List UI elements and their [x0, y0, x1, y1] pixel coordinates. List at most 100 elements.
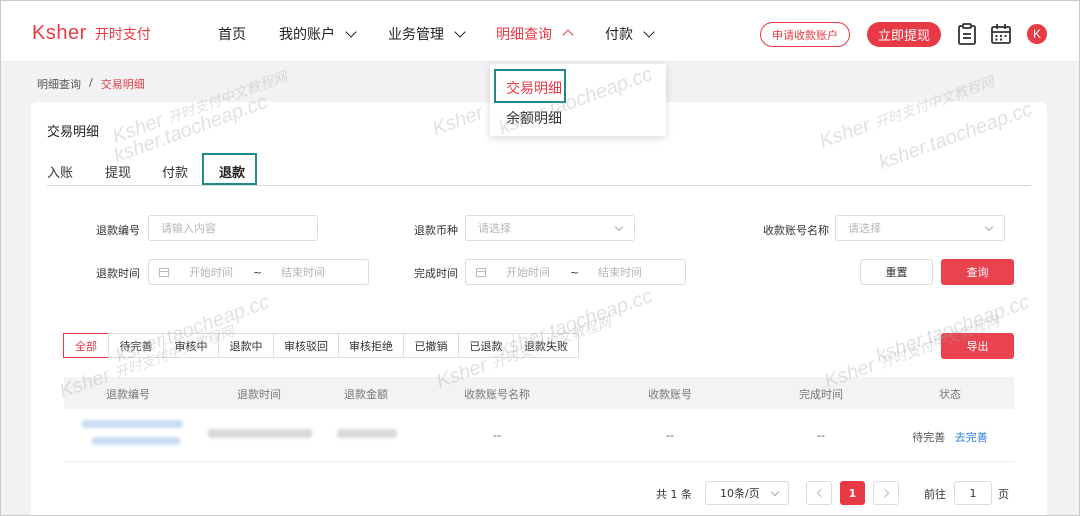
complete-time-label: 完成时间 [414, 267, 458, 280]
avatar[interactable]: K [1027, 24, 1047, 44]
nav-detail-query[interactable]: 明细查询 [496, 24, 574, 44]
chevron-down-icon [643, 26, 655, 38]
account-name-select[interactable]: 请选择 [835, 215, 1005, 241]
nav-business[interactable]: 业务管理 [388, 24, 466, 44]
tab-divider [47, 185, 1031, 186]
currency-select[interactable]: 请选择 [465, 215, 635, 241]
nav-payment[interactable]: 付款 [605, 24, 655, 44]
filter-refund-failed[interactable]: 退款失败 [513, 333, 579, 358]
redacted-refund-time [208, 429, 312, 438]
chevron-down-icon [614, 222, 624, 232]
status-text: 待完善 [912, 431, 946, 444]
page-size-select[interactable]: 10条/页 [705, 481, 789, 505]
clipboard-icon[interactable] [955, 22, 979, 46]
column-header: 收款账号名称 [464, 388, 530, 401]
nav-label: 业务管理 [388, 27, 444, 43]
refund-time-label: 退款时间 [96, 267, 140, 280]
breadcrumb-separator: / [89, 76, 93, 89]
page-number[interactable]: 1 [840, 481, 865, 505]
export-button[interactable]: 导出 [941, 333, 1014, 359]
complete-info-link[interactable]: 去完善 [955, 431, 988, 444]
column-header: 退款编号 [106, 388, 150, 401]
goto-suffix: 页 [998, 488, 1009, 501]
refund-no-label: 退款编号 [96, 224, 140, 237]
table-header [64, 377, 1014, 409]
filter-pending[interactable]: 待完善 [108, 333, 164, 358]
column-header: 退款金额 [344, 388, 388, 401]
chevron-left-icon [816, 488, 825, 498]
nav-home[interactable]: 首页 [218, 24, 246, 44]
start-placeholder: 开始时间 [189, 266, 233, 279]
chevron-down-icon [984, 222, 994, 232]
nav-my-account[interactable]: 我的账户 [279, 24, 357, 44]
menu-item-transaction-detail[interactable]: 交易明细 [506, 78, 562, 98]
tab-incoming[interactable]: 入账 [47, 162, 73, 181]
filter-refunding[interactable]: 退款中 [218, 333, 274, 358]
column-header: 收款账号 [648, 388, 692, 401]
filter-review-rejected[interactable]: 审核驳回 [273, 333, 339, 358]
logo-text: Ksher [32, 22, 87, 44]
total-count: 共 1 条 [656, 488, 692, 501]
placeholder: 请选择 [848, 222, 881, 235]
breadcrumb-current: 交易明细 [100, 78, 145, 91]
currency-label: 退款币种 [414, 224, 458, 237]
nav-label: 明细查询 [496, 27, 552, 43]
account-name-label: 收款账号名称 [763, 224, 829, 237]
calendar-icon [159, 268, 169, 277]
detail-query-dropdown: 交易明细 余额明细 [490, 64, 666, 136]
range-separator: ~ [570, 265, 580, 279]
page-title: 交易明细 [47, 125, 100, 140]
page-size-value: 10条/页 [720, 487, 760, 500]
redacted-refund-no [82, 420, 183, 428]
redacted-refund-no [92, 437, 180, 445]
complete-time-range[interactable]: 开始时间 ~ 结束时间 [465, 259, 686, 285]
cell-account-name: -- [493, 429, 501, 442]
redacted-refund-amount [337, 429, 397, 438]
breadcrumb: 明细查询 / 交易明细 [37, 76, 145, 92]
row-divider [64, 461, 1014, 462]
cell-account: -- [666, 429, 674, 442]
placeholder: 请选择 [478, 222, 511, 235]
nav-label: 首页 [218, 27, 246, 43]
refund-time-range[interactable]: 开始时间 ~ 结束时间 [148, 259, 369, 285]
end-placeholder: 结束时间 [598, 266, 642, 279]
goto-page-input[interactable]: 1 [954, 481, 992, 505]
highlight-box [202, 153, 257, 185]
filter-refunded[interactable]: 已退款 [458, 333, 514, 358]
reset-button[interactable]: 重置 [860, 259, 933, 285]
column-header: 退款时间 [237, 388, 281, 401]
nav-label: 我的账户 [279, 27, 335, 43]
end-placeholder: 结束时间 [281, 266, 325, 279]
tab-payment[interactable]: 付款 [162, 162, 188, 181]
filter-all[interactable]: 全部 [63, 333, 109, 358]
logo-subtitle: 开时支付 [94, 27, 151, 43]
column-header: 完成时间 [799, 388, 843, 401]
cell-complete-time: -- [817, 429, 825, 442]
placeholder: 请输入内容 [161, 222, 216, 235]
calendar-icon[interactable] [989, 22, 1013, 46]
chevron-down-icon [345, 26, 357, 38]
prev-page-button[interactable] [806, 481, 832, 505]
chevron-right-icon [880, 488, 889, 498]
start-placeholder: 开始时间 [506, 266, 550, 279]
filter-reviewing[interactable]: 审核中 [163, 333, 219, 358]
ksher-logo[interactable]: Ksher 开时支付 [32, 22, 151, 45]
cell-status: 待完善 去完善 [912, 429, 988, 445]
goto-prefix: 前往 [924, 488, 946, 501]
withdraw-button[interactable]: 立即提现 [867, 22, 941, 47]
range-separator: ~ [253, 265, 263, 279]
filter-review-denied[interactable]: 审核拒绝 [338, 333, 404, 358]
apply-account-button[interactable]: 申请收款账户 [760, 22, 850, 47]
next-page-button[interactable] [873, 481, 899, 505]
top-nav-bar: Ksher 开时支付 首页 我的账户 业务管理 明细查询 付款 申请收款账户 立… [0, 0, 1080, 62]
menu-item-balance-detail[interactable]: 余额明细 [506, 108, 562, 128]
chevron-down-icon [454, 26, 466, 38]
filter-cancelled[interactable]: 已撤销 [403, 333, 459, 358]
calendar-icon [476, 268, 486, 277]
nav-label: 付款 [605, 27, 633, 43]
refund-no-input[interactable]: 请输入内容 [148, 215, 318, 241]
tab-withdraw[interactable]: 提现 [105, 162, 131, 181]
breadcrumb-parent[interactable]: 明细查询 [37, 76, 81, 92]
search-button[interactable]: 查询 [941, 259, 1014, 285]
chevron-up-icon [562, 29, 574, 41]
